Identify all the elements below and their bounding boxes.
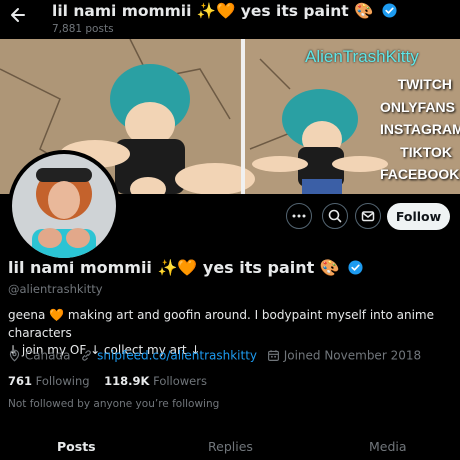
banner-platform-list: TWITCH ONLYFANS INSTAGRAM TIKTOK FACEBOO…	[380, 73, 460, 186]
following-label: Following	[35, 374, 90, 388]
header-title-row: lil nami mommii ✨🧡 yes its paint 🎨	[52, 2, 397, 20]
profile-meta: Canada snipfeed.co/alientrashkitty Joine…	[8, 348, 421, 363]
posts-count: 7,881 posts	[52, 23, 114, 35]
followers-label: Followers	[153, 374, 207, 388]
following-link[interactable]: 761 Following	[8, 374, 93, 388]
banner-platform: FACEBOOK	[380, 166, 460, 182]
mail-icon	[361, 211, 375, 222]
profile-tabs: Posts Replies Media	[0, 430, 460, 460]
header-title: lil nami mommii ✨🧡 yes its paint 🎨	[52, 2, 374, 20]
followers-count: 118.9K	[104, 374, 150, 388]
top-bar: lil nami mommii ✨🧡 yes its paint 🎨 7,881…	[0, 0, 460, 39]
back-arrow-icon[interactable]	[10, 5, 26, 25]
banner-platform: ONLYFANS	[380, 98, 455, 115]
location-icon	[9, 349, 20, 362]
not-followed-notice: Not followed by anyone you’re following	[8, 398, 220, 410]
link-icon	[82, 350, 92, 361]
banner-platform: INSTAGRAM	[380, 121, 460, 137]
following-count: 761	[8, 374, 33, 388]
tab-media[interactable]: Media	[369, 439, 407, 454]
avatar[interactable]	[8, 150, 120, 262]
location: Canada	[24, 348, 71, 363]
message-button[interactable]	[355, 203, 381, 229]
search-button[interactable]	[322, 203, 348, 229]
calendar-icon	[267, 350, 279, 361]
banner-brand: AlienTrashKitty	[305, 47, 419, 66]
handle: @alientrashkitty	[8, 282, 103, 296]
follow-stats: 761 Following 118.9K Followers	[8, 374, 207, 388]
tab-replies[interactable]: Replies	[208, 439, 253, 454]
more-icon	[292, 214, 306, 218]
banner-platform: TWITCH	[397, 76, 452, 92]
search-icon	[328, 209, 342, 223]
bio-line: geena 🧡 making art and goofin around. I …	[8, 308, 434, 340]
verified-badge-icon	[348, 260, 363, 275]
joined-date: Joined November 2018	[283, 348, 422, 363]
follow-button[interactable]: Follow	[387, 203, 450, 230]
tab-posts[interactable]: Posts	[57, 439, 96, 454]
banner-platform: TIKTOK	[400, 143, 452, 160]
website-link[interactable]: snipfeed.co/alientrashkitty	[97, 349, 257, 363]
avatar-photo	[12, 154, 116, 258]
followers-link[interactable]: 118.9K Followers	[104, 374, 207, 388]
verified-badge-icon	[382, 3, 397, 18]
more-button[interactable]	[286, 203, 312, 229]
